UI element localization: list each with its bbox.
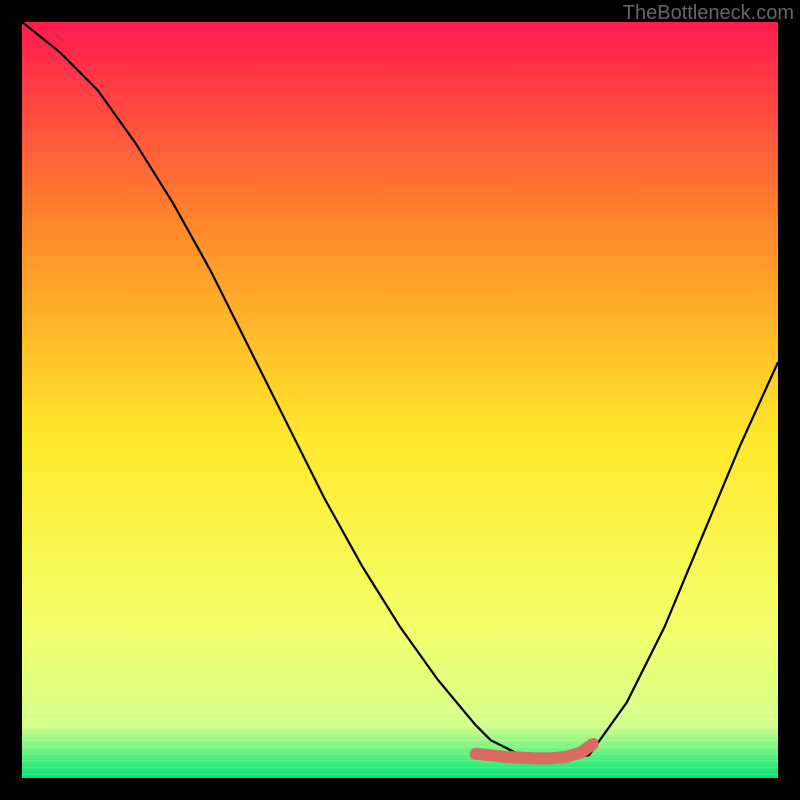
bottleneck-chart (22, 22, 778, 778)
gradient-background (22, 22, 778, 778)
highlight-dot (470, 748, 481, 759)
chart-svg (22, 22, 778, 778)
watermark-text: TheBottleneck.com (623, 2, 794, 25)
